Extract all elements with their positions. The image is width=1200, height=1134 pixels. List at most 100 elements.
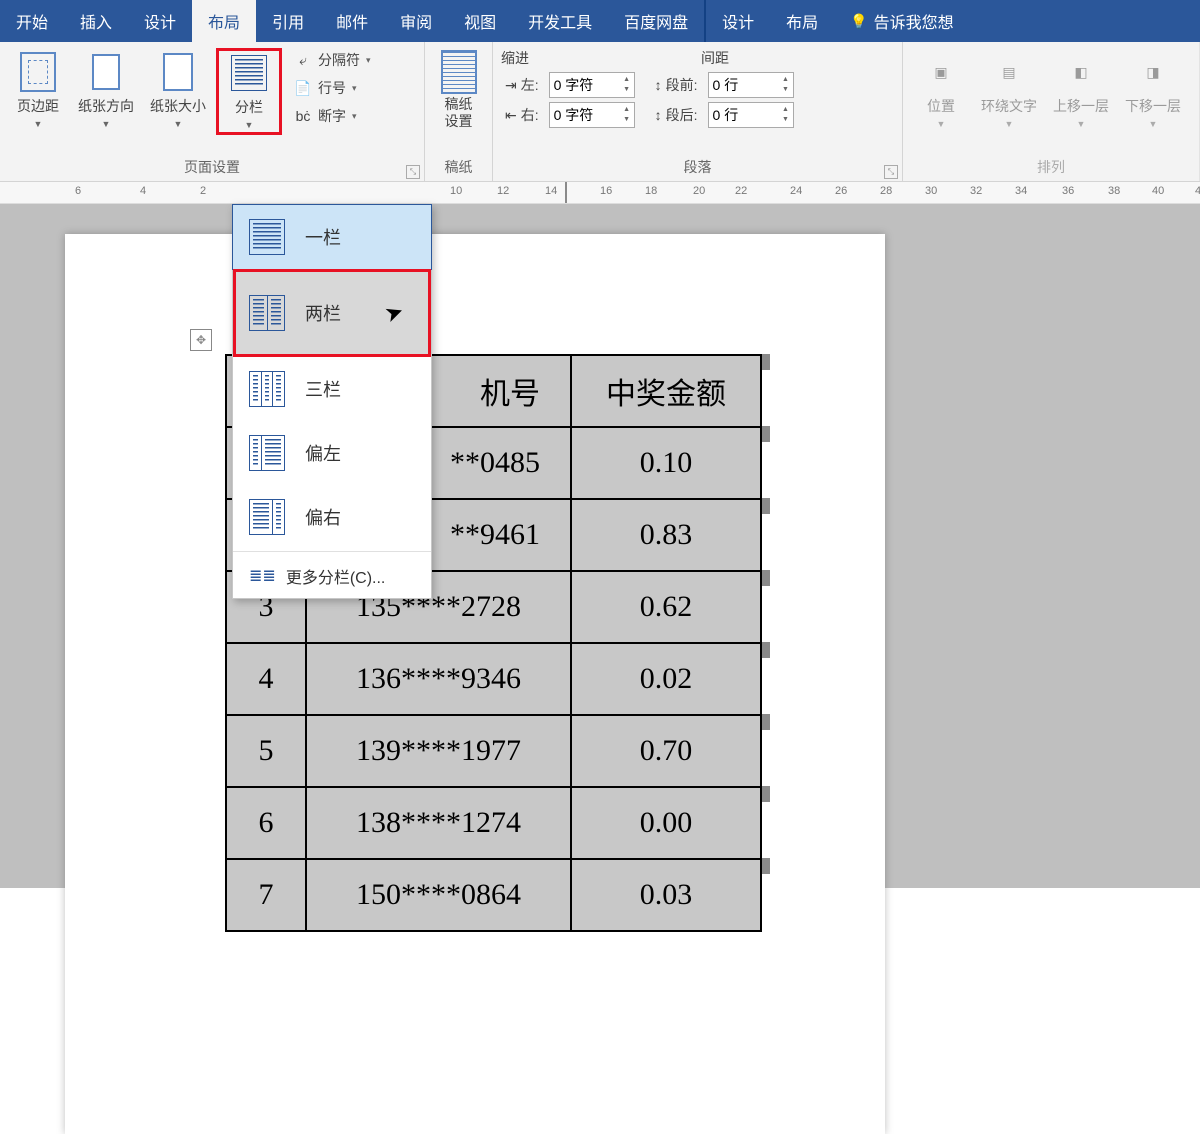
breaks-label: 分隔符 bbox=[318, 50, 360, 70]
row-end-marker bbox=[762, 426, 770, 442]
row-end-marker bbox=[762, 858, 770, 874]
ruler-margin-marker bbox=[565, 182, 567, 203]
horizontal-ruler[interactable]: 6421012141618202224262830323436384042 bbox=[0, 182, 1200, 204]
dialog-launcher-icon[interactable]: ⤡ bbox=[884, 165, 898, 179]
orientation-button[interactable]: 纸张方向 ▼ bbox=[72, 48, 140, 133]
hyphenation-label: 断字 bbox=[318, 106, 346, 126]
tab-references[interactable]: 引用 bbox=[256, 0, 320, 42]
ruler-tick: 40 bbox=[1152, 185, 1164, 197]
cell-amount[interactable]: 0.10 bbox=[571, 427, 761, 499]
ruler-tick: 10 bbox=[450, 185, 462, 197]
ruler-tick: 32 bbox=[970, 185, 982, 197]
columns-right-label: 偏右 bbox=[305, 504, 341, 530]
cell-phone[interactable]: 136****9346 bbox=[306, 643, 571, 715]
table-anchor-icon[interactable]: ✥ bbox=[190, 329, 212, 351]
cell-index[interactable]: 6 bbox=[226, 787, 306, 859]
columns-left[interactable]: 偏左 bbox=[233, 421, 431, 485]
cell-amount[interactable]: 0.02 bbox=[571, 643, 761, 715]
tab-review[interactable]: 审阅 bbox=[384, 0, 448, 42]
cell-index[interactable]: 7 bbox=[226, 859, 306, 931]
columns-one[interactable]: 一栏 bbox=[232, 204, 432, 270]
cell-amount[interactable]: 0.00 bbox=[571, 787, 761, 859]
chevron-down-icon: ▾ bbox=[366, 56, 371, 65]
chevron-down-icon: ▼ bbox=[34, 120, 43, 129]
cell-amount[interactable]: 0.83 bbox=[571, 499, 761, 571]
ruler-tick: 30 bbox=[925, 185, 937, 197]
bring-forward-button: ◧ 上移一层 ▼ bbox=[1047, 48, 1115, 133]
dialog-launcher-icon[interactable]: ⤡ bbox=[406, 165, 420, 179]
tab-design[interactable]: 设计 bbox=[128, 0, 192, 42]
row-end-marker bbox=[762, 570, 770, 586]
columns-three-label: 三栏 bbox=[305, 376, 341, 402]
breaks-button[interactable]: ⤶ 分隔符 ▾ bbox=[290, 48, 375, 72]
cell-phone[interactable]: 139****1977 bbox=[306, 715, 571, 787]
group-paper: 稿纸 设置 稿纸 bbox=[425, 42, 493, 181]
one-column-icon bbox=[249, 219, 285, 255]
table-row[interactable]: 5139****19770.70 bbox=[226, 715, 761, 787]
tab-baidu-disk[interactable]: 百度网盘 bbox=[608, 0, 704, 42]
cell-phone[interactable]: 138****1274 bbox=[306, 787, 571, 859]
columns-button[interactable]: 分栏 ▼ bbox=[216, 48, 282, 135]
cell-phone[interactable]: 150****0864 bbox=[306, 859, 571, 931]
more-columns[interactable]: ≣≣ 更多分栏(C)... bbox=[233, 554, 431, 598]
wrap-label: 环绕文字 bbox=[981, 96, 1037, 116]
tell-me-search[interactable]: 💡 告诉我您想 bbox=[834, 0, 969, 42]
cell-amount[interactable]: 0.03 bbox=[571, 859, 761, 931]
bring-forward-label: 上移一层 bbox=[1053, 96, 1109, 116]
cell-index[interactable]: 4 bbox=[226, 643, 306, 715]
send-backward-button: ◨ 下移一层 ▼ bbox=[1119, 48, 1187, 133]
tab-layout[interactable]: 布局 bbox=[192, 0, 256, 42]
spacing-after-icon: ↕ bbox=[655, 107, 662, 123]
paper-settings-label: 稿纸 设置 bbox=[445, 96, 473, 130]
columns-right[interactable]: 偏右 bbox=[233, 485, 431, 549]
chevron-down-icon: ▼ bbox=[102, 120, 111, 129]
ribbon-body: 页边距 ▼ 纸张方向 ▼ 纸张大小 ▼ 分栏 ▼ ⤶ 分隔符 bbox=[0, 42, 1200, 182]
more-columns-label: 更多分栏(C)... bbox=[286, 564, 386, 588]
position-icon: ▣ bbox=[921, 52, 961, 92]
tab-view[interactable]: 视图 bbox=[448, 0, 512, 42]
cell-amount[interactable]: 0.62 bbox=[571, 571, 761, 643]
ribbon-tabs: 开始 插入 设计 布局 引用 邮件 审阅 视图 开发工具 百度网盘 设计 布局 … bbox=[0, 0, 1200, 42]
row-end-marker bbox=[762, 714, 770, 730]
group-label-paragraph: 段落 ⤡ bbox=[501, 155, 894, 179]
ruler-tick: 42 bbox=[1195, 185, 1200, 197]
spacing-header: 间距 bbox=[701, 48, 729, 68]
header-amount[interactable]: 中奖金额 bbox=[571, 355, 761, 427]
indent-right-input[interactable]: ▲▼ bbox=[549, 102, 635, 128]
tab-table-layout[interactable]: 布局 bbox=[770, 0, 834, 42]
tab-insert[interactable]: 插入 bbox=[64, 0, 128, 42]
line-numbers-button[interactable]: 📄 行号 ▾ bbox=[290, 76, 375, 100]
row-end-marker bbox=[762, 354, 770, 370]
tab-start[interactable]: 开始 bbox=[0, 0, 64, 42]
spacing-after-label: 段后: bbox=[666, 105, 698, 125]
indent-left-input[interactable]: ▲▼ bbox=[549, 72, 635, 98]
table-row[interactable]: 7150****08640.03 bbox=[226, 859, 761, 931]
lightbulb-icon: 💡 bbox=[850, 13, 867, 30]
group-page-setup: 页边距 ▼ 纸张方向 ▼ 纸张大小 ▼ 分栏 ▼ ⤶ 分隔符 bbox=[0, 42, 425, 181]
group-arrange: ▣ 位置 ▼ ▤ 环绕文字 ▼ ◧ 上移一层 ▼ ◨ 下移一层 ▼ 排列 bbox=[903, 42, 1200, 181]
columns-left-label: 偏左 bbox=[305, 440, 341, 466]
paper-settings-button[interactable]: 稿纸 设置 bbox=[429, 48, 489, 134]
size-label: 纸张大小 bbox=[150, 96, 206, 116]
columns-three[interactable]: 三栏 bbox=[233, 357, 431, 421]
margins-button[interactable]: 页边距 ▼ bbox=[8, 48, 68, 133]
cell-amount[interactable]: 0.70 bbox=[571, 715, 761, 787]
ruler-tick: 36 bbox=[1062, 185, 1074, 197]
document-area: ✥ 机号 中奖金额 **04850.10**94610.833135****27… bbox=[0, 204, 1200, 888]
spacing-before-input[interactable]: ▲▼ bbox=[708, 72, 794, 98]
tab-table-design[interactable]: 设计 bbox=[706, 0, 770, 42]
ruler-tick: 12 bbox=[497, 185, 509, 197]
position-label: 位置 bbox=[927, 96, 955, 116]
hyphenation-button[interactable]: bċ 断字 ▾ bbox=[290, 104, 375, 128]
ruler-tick: 24 bbox=[790, 185, 802, 197]
tab-mailings[interactable]: 邮件 bbox=[320, 0, 384, 42]
size-button[interactable]: 纸张大小 ▼ bbox=[144, 48, 212, 133]
table-row[interactable]: 6138****12740.00 bbox=[226, 787, 761, 859]
columns-two[interactable]: 两栏 ➤ bbox=[233, 269, 431, 357]
row-end-marker bbox=[762, 498, 770, 514]
cursor-icon: ➤ bbox=[381, 298, 407, 329]
table-row[interactable]: 4136****93460.02 bbox=[226, 643, 761, 715]
spacing-after-input[interactable]: ▲▼ bbox=[708, 102, 794, 128]
tab-developer[interactable]: 开发工具 bbox=[512, 0, 608, 42]
cell-index[interactable]: 5 bbox=[226, 715, 306, 787]
